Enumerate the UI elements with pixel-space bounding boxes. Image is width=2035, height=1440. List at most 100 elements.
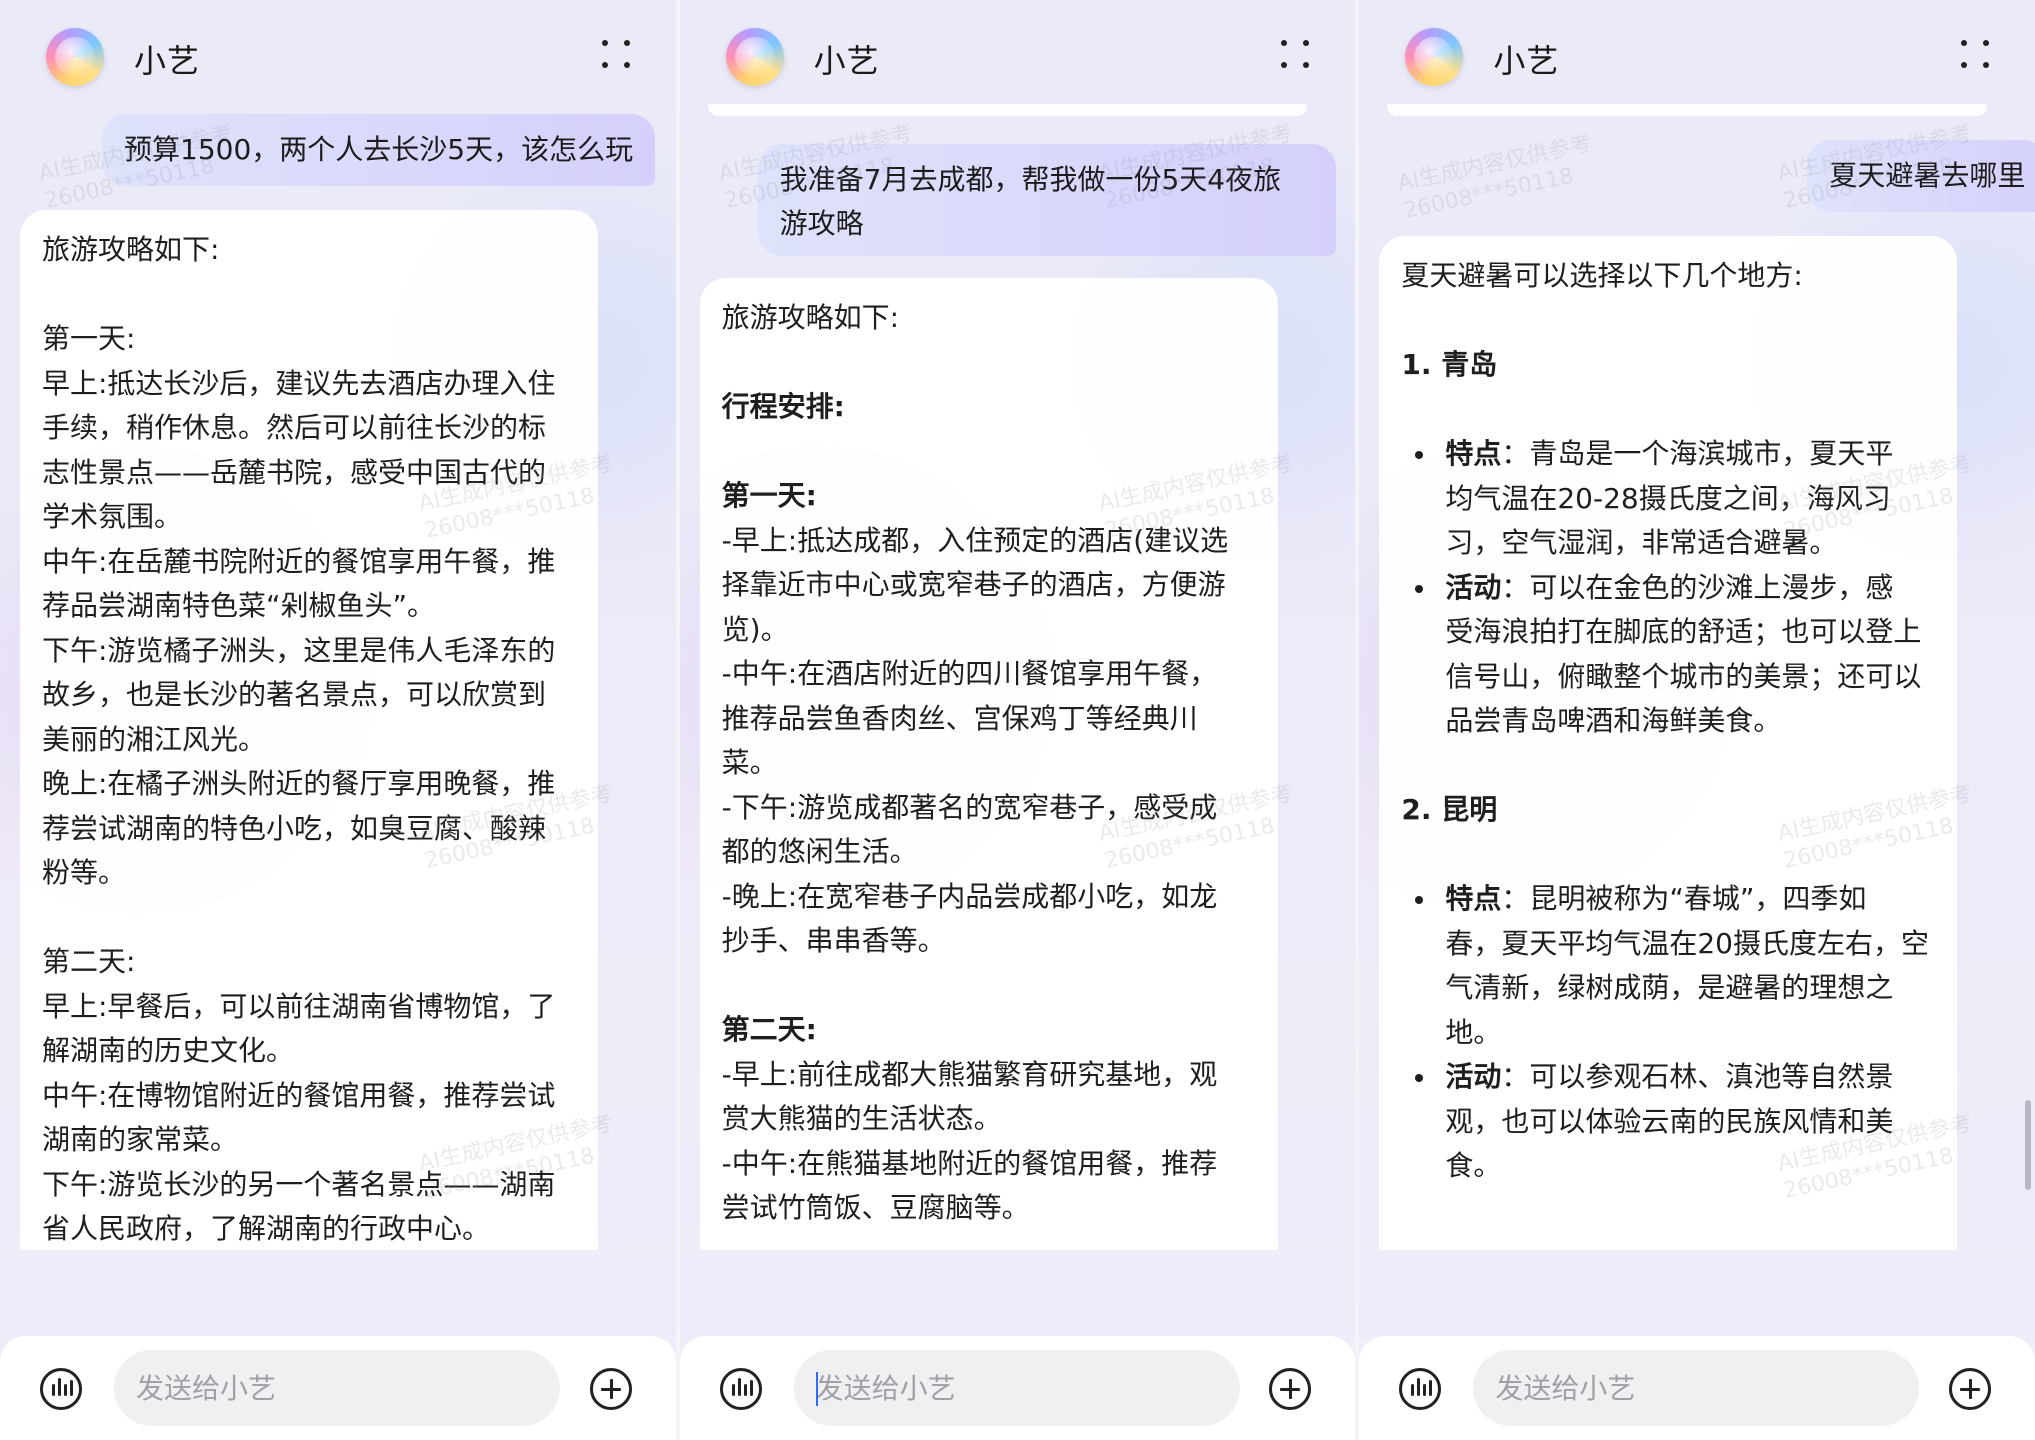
user-message-bubble: 夏天避暑去哪里 xyxy=(1807,140,2035,212)
response-line: 览)。 xyxy=(721,612,789,646)
response-line: -早上:前往成都大熊猫繁育研究基地，观 xyxy=(721,1057,1218,1091)
response-line: 第一天: xyxy=(42,322,136,355)
user-message-line: 夏天避暑去哪里 xyxy=(1829,159,2026,192)
section-heading: 2. 昆明 xyxy=(1401,793,1498,826)
chat-panel-3: 小艺 夏天避暑去哪里 夏天避暑可以选择以下几个地方: 1. 青岛 特点：青岛是一… xyxy=(1359,0,2035,1440)
grid-menu-icon[interactable] xyxy=(1961,40,1990,68)
bullet-label: 特点 xyxy=(1445,882,1502,915)
response-line: 荐品尝湖南特色菜“剁椒鱼头”。 xyxy=(42,589,436,622)
bullet-item: 特点：昆明被称为“春城”，四季如 春，夏天平均气温在20摄氏度左右，空 气清新，… xyxy=(1401,877,1935,1055)
response-line: 旅游攻略如下: xyxy=(42,233,220,266)
response-line: -早上:抵达成都，入住预定的酒店(建议选 xyxy=(721,523,1229,557)
response-line: 荐尝试湖南的特色小吃，如臭豆腐、酸辣 xyxy=(42,811,547,845)
chat-header: 小艺 xyxy=(0,0,676,110)
add-attachment-icon[interactable] xyxy=(1949,1368,1992,1410)
response-line: -晚上:在宽窄巷子内品尝成都小吃，如龙 xyxy=(721,879,1218,913)
text-cursor xyxy=(815,1372,818,1406)
grid-menu-icon[interactable] xyxy=(1281,40,1310,68)
bullet-list: 特点：昆明被称为“春城”，四季如 春，夏天平均气温在20摄氏度左右，空 气清新，… xyxy=(1401,877,1935,1189)
response-line: 第二天: xyxy=(42,945,136,978)
bullet-label: 活动 xyxy=(1445,1060,1502,1093)
response-line: 赏大熊猫的生活状态。 xyxy=(721,1102,1002,1135)
app-title: 小艺 xyxy=(813,42,880,80)
add-attachment-icon[interactable] xyxy=(1269,1368,1312,1410)
response-line: -下午:游览成都著名的宽窄巷子，感受成 xyxy=(721,790,1218,824)
scroll-fade xyxy=(0,1246,676,1336)
response-line: 省人民政府，了解湖南的行政中心。 xyxy=(42,1212,491,1245)
assistant-response-card: 夏天避暑可以选择以下几个地方: 1. 青岛 特点：青岛是一个海滨城市，夏天平 均… xyxy=(1379,236,1958,1250)
response-line: 粉等。 xyxy=(42,856,127,889)
response-line: 择靠近市中心或宽窄巷子的酒店，方便游 xyxy=(721,568,1226,601)
scrollbar-thumb[interactable] xyxy=(2025,1100,2032,1190)
response-line: 旅游攻略如下: xyxy=(721,301,900,334)
scroll-fade xyxy=(1359,1246,2035,1336)
input-bar xyxy=(679,1336,1356,1440)
response-line: 推荐品尝鱼香肉丝、宫保鸡丁等经典川 xyxy=(721,701,1198,735)
user-message-line: 预算1500，两个人去长沙5天，该怎么玩 xyxy=(124,133,634,166)
response-line: 第一天: xyxy=(721,479,817,512)
chat-header: 小艺 xyxy=(1359,0,2035,110)
user-message-line: 游攻略 xyxy=(779,207,864,240)
response-line: 湖南的家常菜。 xyxy=(42,1123,239,1156)
response-line: 早上:抵达长沙后，建议先去酒店办理入住 xyxy=(42,366,556,400)
voice-input-icon[interactable] xyxy=(40,1368,82,1410)
chat-header: 小艺 xyxy=(680,0,1356,110)
section-heading: 1. 青岛 xyxy=(1401,348,1498,381)
scroll-fade xyxy=(679,1246,1356,1336)
chat-panel-2: 小艺 我准备7月去成都，帮我做一份5天4夜旅 游攻略 旅游攻略如下: 行程安排: 第… xyxy=(679,0,1356,1440)
app-title: 小艺 xyxy=(134,42,201,80)
response-line: 第二天: xyxy=(721,1013,817,1046)
voice-input-icon[interactable] xyxy=(719,1368,762,1410)
grid-menu-icon[interactable] xyxy=(601,40,630,68)
response-line: 尝试竹筒饭、豆腐脑等。 xyxy=(721,1191,1030,1224)
xiaoyi-avatar[interactable] xyxy=(46,28,104,86)
bullet-item: 特点：青岛是一个海滨城市，夏天平 均气温在20-28摄氏度之间，海风习 习，空气… xyxy=(1401,432,1935,566)
bullet-label: 活动 xyxy=(1445,570,1502,604)
user-message-line: 我准备7月去成都，帮我做一份5天4夜旅 xyxy=(779,163,1282,196)
bullet-item: 活动：可以在金色的沙滩上漫步，感 受海浪拍打在脚底的舒适；也可以登上 信号山，俯… xyxy=(1401,566,1935,744)
response-line: -中午:在熊猫基地附近的餐馆用餐，推荐 xyxy=(721,1146,1218,1180)
response-line: 菜。 xyxy=(721,746,778,779)
voice-input-icon[interactable] xyxy=(1399,1368,1442,1410)
message-input[interactable] xyxy=(793,1350,1240,1426)
assistant-response-card: 旅游攻略如下: 行程安排: 第一天: -早上:抵达成都，入住预定的酒店(建议选 择靠近市… xyxy=(699,278,1278,1250)
message-input[interactable] xyxy=(114,1350,560,1426)
chat-panel-1: 小艺 预算1500，两个人去长沙5天，该怎么玩 旅游攻略如下: 第一天: 早上:抵达… xyxy=(0,0,676,1440)
response-intro: 夏天避暑可以选择以下几个地方: xyxy=(1401,259,1803,292)
response-line: -中午:在酒店附近的四川餐馆享用午餐， xyxy=(721,657,1218,690)
response-line: 下午:游览橘子洲头，这里是伟人毛泽东的 xyxy=(42,633,556,667)
app-title: 小艺 xyxy=(1493,42,1560,80)
input-bar xyxy=(1359,1336,2035,1440)
add-attachment-icon[interactable] xyxy=(589,1368,632,1410)
bullet-label: 特点 xyxy=(1445,437,1502,470)
response-line: 手续，稍作休息。然后可以前往长沙的标 xyxy=(42,411,547,444)
bullet-list: 特点：青岛是一个海滨城市，夏天平 均气温在20-28摄氏度之间，海风习 习，空气… xyxy=(1401,432,1935,744)
response-line: 晚上:在橘子洲头附近的餐厅享用晚餐，推 xyxy=(42,767,556,800)
message-input[interactable] xyxy=(1473,1350,1920,1426)
response-line: 行程安排: xyxy=(721,390,845,423)
response-line: 解湖南的历史文化。 xyxy=(42,1034,295,1067)
response-line: 故乡，也是长沙的著名景点，可以欣赏到 xyxy=(42,678,547,711)
response-line: 中午:在岳麓书院附近的餐馆享用午餐，推 xyxy=(42,544,556,578)
assistant-response-card: 旅游攻略如下: 第一天: 早上:抵达长沙后，建议先去酒店办理入住 手续，稍作休息。然后… xyxy=(20,210,598,1250)
response-line: 抄手、串串香等。 xyxy=(721,924,946,957)
response-line: 中午:在博物馆附近的餐馆用餐，推荐尝试 xyxy=(42,1078,556,1112)
input-bar xyxy=(0,1336,676,1440)
xiaoyi-avatar[interactable] xyxy=(1405,28,1464,86)
watermark: AI生成内容仅供参考26008***50118 xyxy=(1395,131,1595,224)
xiaoyi-avatar[interactable] xyxy=(725,28,784,86)
response-line: 学术氛围。 xyxy=(42,500,183,533)
response-line: 志性景点——岳麓书院，感受中国古代的 xyxy=(42,455,547,489)
response-line: 下午:游览长沙的另一个著名景点——湖南 xyxy=(42,1167,556,1201)
bullet-item: 活动：可以参观石林、滇池等自然景 观，也可以体验云南的民族风情和美 食。 xyxy=(1401,1055,1935,1189)
response-line: 美丽的湘江风光。 xyxy=(42,722,267,756)
response-line: 都的悠闲生活。 xyxy=(721,835,918,868)
user-message-bubble: 我准备7月去成都，帮我做一份5天4夜旅 游攻略 xyxy=(757,144,1336,256)
response-line: 早上:早餐后，可以前往湖南省博物馆，了 xyxy=(42,989,556,1023)
screenshot-stage: 小艺 预算1500，两个人去长沙5天，该怎么玩 旅游攻略如下: 第一天: 早上:抵达… xyxy=(0,0,2035,1440)
